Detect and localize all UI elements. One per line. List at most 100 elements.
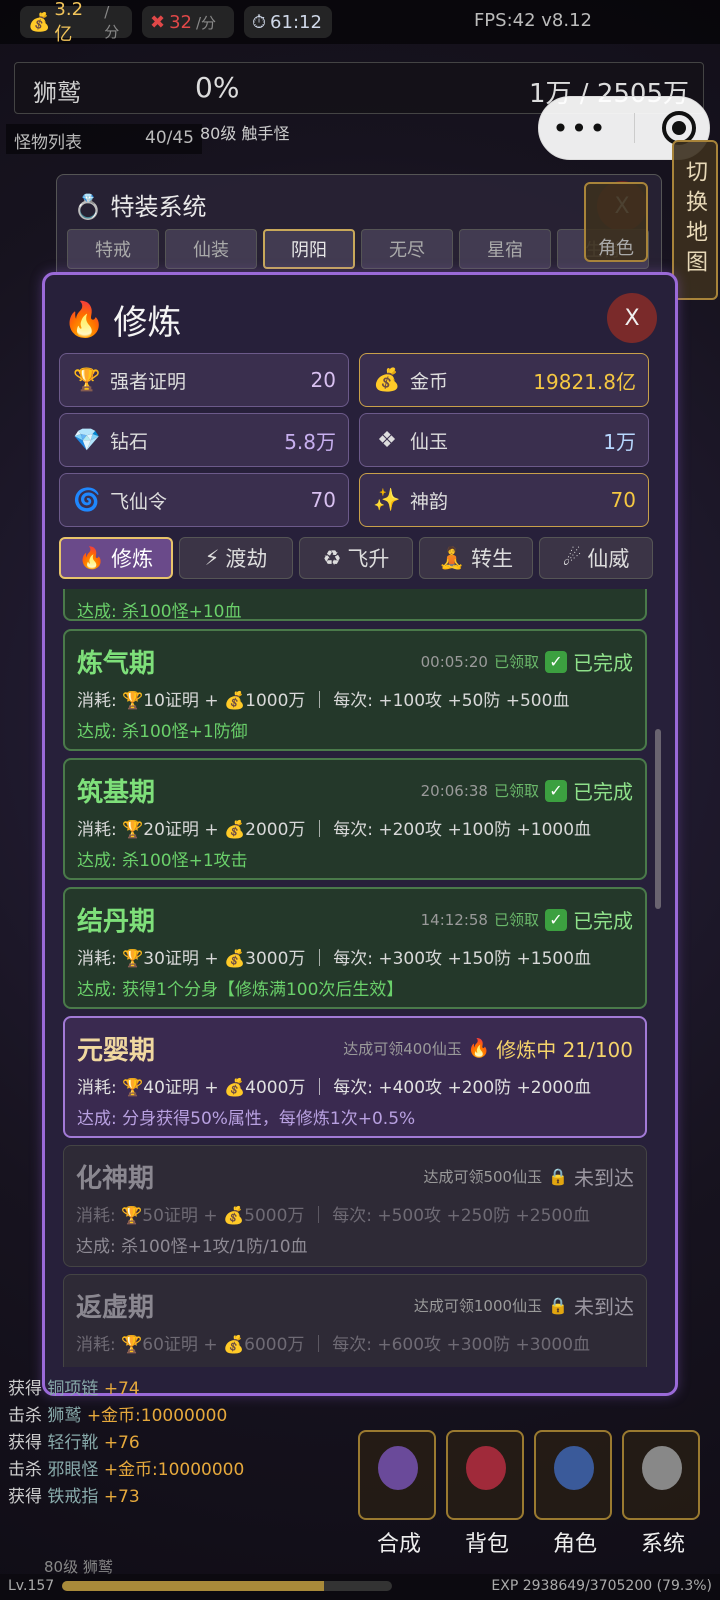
stage-cost: 消耗: 🏆30证明 + 💰3000万 ｜ 每次: +300攻 +150防 +15… [77, 949, 592, 969]
log-item: 铜项链 [47, 1379, 99, 1399]
stat-value: 1万 [603, 429, 636, 454]
lock-icon: 🔒 [548, 1167, 568, 1186]
tab-label: 飞升 [347, 547, 390, 571]
dialog-close-button[interactable]: X [607, 293, 657, 343]
stage-status: 已完成 [573, 651, 633, 675]
stage-status-group: 达成可领500仙玉 🔒 未到达 [423, 1162, 634, 1191]
tab-4[interactable]: ☄ 仙威 [539, 537, 653, 579]
tab-label: 仙威 [587, 547, 630, 571]
money-bag-icon: 💰 [28, 11, 51, 33]
stat-label: 强者证明 [110, 370, 187, 393]
equip-panel-title: 💍 特装系统 [73, 187, 207, 222]
stage-status-group: 00:05:20 已领取 ✓ 已完成 [421, 647, 633, 676]
gold-rate-unit: /分 [104, 2, 120, 41]
system-icon [642, 1446, 682, 1490]
trophy-icon: 🏆 [73, 367, 101, 393]
log-item: 铁戒指 [47, 1487, 99, 1507]
partial-stage-goal: 达成: 杀100怪+10血 [77, 602, 242, 622]
equip-tab-2[interactable]: 阴阳 [263, 229, 355, 269]
switch-map-button[interactable]: 切换地图 [672, 140, 718, 300]
log-verb: 击杀 [8, 1460, 42, 1480]
log-verb: 击杀 [8, 1406, 42, 1426]
stage-cost: 消耗: 🏆20证明 + 💰2000万 ｜ 每次: +200攻 +100防 +10… [77, 820, 592, 840]
exp-text: EXP 2938649/3705200 (79.3%) [491, 1578, 712, 1594]
game-screen: 💰 3.2亿 /分 ✖ 32 /分 ⏱ 61:12 FPS:42 v8.12 狮… [0, 0, 720, 1600]
stage-card[interactable]: 炼气期 00:05:20 已领取 ✓ 已完成 消耗: 🏆10证明 + 💰1000万 ｜ 每… [63, 629, 647, 751]
tab-icon: 🔥 [78, 545, 106, 570]
bottom-nav: 合成 背包 角色 系统 [358, 1430, 700, 1557]
stat-value: 70 [310, 488, 336, 512]
crossed-swords-icon: ✖ [150, 11, 166, 33]
check-icon: ✓ [545, 650, 567, 673]
gold-rate-pill: 💰 3.2亿 /分 [20, 0, 132, 45]
exp-bar: Lv.157 EXP 2938649/3705200 (79.3%) [0, 1574, 720, 1600]
stage-cost: 消耗: 🏆50证明 + 💰5000万 ｜ 每次: +500攻 +250防 +25… [76, 1206, 591, 1226]
partial-stage-card: 达成: 杀100怪+10血 [63, 589, 647, 622]
stage-card[interactable]: 筑基期 20:06:38 已领取 ✓ 已完成 消耗: 🏆20证明 + 💰2000万 ｜ 每… [63, 758, 647, 880]
role-button[interactable]: 角色 [534, 1430, 612, 1557]
check-icon: ✓ [545, 908, 567, 931]
equip-tab-1[interactable]: 仙装 [165, 229, 257, 269]
claim-time: 00:05:20 [420, 652, 488, 671]
stat-value: 19821.8亿 [533, 369, 636, 394]
claim-time: 20:06:38 [420, 781, 488, 800]
kill-rate-unit: /分 [196, 13, 217, 32]
tab-label: 修炼 [111, 547, 154, 571]
stage-card[interactable]: 返虚期 达成可领1000仙玉 🔒 未到达 消耗: 🏆60证明 + 💰6000万 ｜ 每次… [63, 1274, 647, 1367]
compose-button[interactable]: 合成 [358, 1430, 436, 1557]
stage-meta: 已领取 [493, 911, 539, 929]
monster-list-label: 怪物列表 [14, 133, 82, 153]
log-extra: +金币:10000000 [86, 1406, 228, 1426]
stage-goal: 达成: 分身获得50%属性，每修炼1次+0.5% [77, 1109, 416, 1129]
check-icon: ✓ [545, 779, 567, 802]
bag-icon [466, 1446, 506, 1490]
stage-goal: 达成: 获得1个分身【修炼满100次后生效】 [77, 980, 404, 1000]
stat-5: ✨ 神韵 70 [359, 473, 649, 527]
nav-label: 背包 [464, 1532, 509, 1557]
tab-icon: ☄ [562, 546, 582, 570]
stopwatch-icon: ⏱ [252, 11, 267, 33]
stat-2: 💎 钻石 5.8万 [59, 413, 349, 467]
equip-tab-0[interactable]: 特戒 [67, 229, 159, 269]
tab-label: 渡劫 [225, 547, 268, 571]
timer-pill: ⏱ 61:12 [244, 6, 332, 38]
log-verb: 获得 [8, 1379, 42, 1399]
bag-button[interactable]: 背包 [446, 1430, 524, 1557]
list-scrollbar[interactable] [655, 729, 661, 909]
log-item: 轻行靴 [47, 1433, 99, 1453]
equip-tab-4[interactable]: 星宿 [459, 229, 551, 269]
exp-progress [62, 1581, 392, 1591]
equip-tab-3[interactable]: 无尽 [361, 229, 453, 269]
stage-card[interactable]: 结丹期 14:12:58 已领取 ✓ 已完成 消耗: 🏆30证明 + 💰3000万 ｜ 每… [63, 887, 647, 1009]
tab-2[interactable]: ♻ 飞升 [299, 537, 413, 579]
log-extra: +76 [103, 1433, 140, 1453]
stat-label: 神韵 [410, 490, 449, 513]
tab-0[interactable]: 🔥 修炼 [59, 537, 173, 579]
monster-list-header[interactable]: 怪物列表 40/45 [6, 124, 202, 154]
tab-1[interactable]: ⚡ 渡劫 [179, 537, 293, 579]
log-line: 获得 铁戒指 +73 [8, 1484, 278, 1511]
stage-card[interactable]: 元婴期 达成可领400仙玉 🔥 修炼中 21/100 消耗: 🏆40证明 + 💰4000… [63, 1016, 647, 1138]
log-extra: +金币:10000000 [103, 1460, 245, 1480]
more-icon[interactable]: ••• [552, 112, 608, 145]
tab-icon: 🧘 [438, 545, 466, 570]
equip-panel-title-text: 特装系统 [110, 193, 207, 221]
diamond-icon: 💎 [73, 427, 101, 453]
log-extra: +73 [103, 1487, 140, 1507]
fire-icon: 🔥 [467, 1038, 491, 1059]
exp-progress-fill [62, 1581, 324, 1591]
stage-card[interactable]: 化神期 达成可领500仙玉 🔒 未到达 消耗: 🏆50证明 + 💰5000万 ｜ 每次:… [63, 1145, 647, 1267]
kill-rate-pill: ✖ 32 /分 [142, 6, 234, 38]
claim-time: 14:12:58 [420, 910, 488, 929]
tab-3[interactable]: 🧘 转生 [419, 537, 533, 579]
monster-list-count: 40/45 [145, 128, 194, 148]
role-side-button[interactable]: 角色 [584, 182, 648, 262]
log-item: 邪眼怪 [47, 1460, 99, 1480]
system-button[interactable]: 系统 [622, 1430, 700, 1557]
stage-status: 修炼中 21/100 [496, 1038, 633, 1062]
stat-3: ❖ 仙玉 1万 [359, 413, 649, 467]
stage-goal: 达成: 杀100怪+1攻/1防/10血 [76, 1237, 308, 1257]
capsule-divider [634, 113, 636, 143]
stage-list[interactable]: 达成: 杀100怪+10血 炼气期 00:05:20 已领取 ✓ 已完成 消耗: 🏆10证… [59, 589, 665, 1367]
stage-status-group: 20:06:38 已领取 ✓ 已完成 [421, 776, 633, 805]
